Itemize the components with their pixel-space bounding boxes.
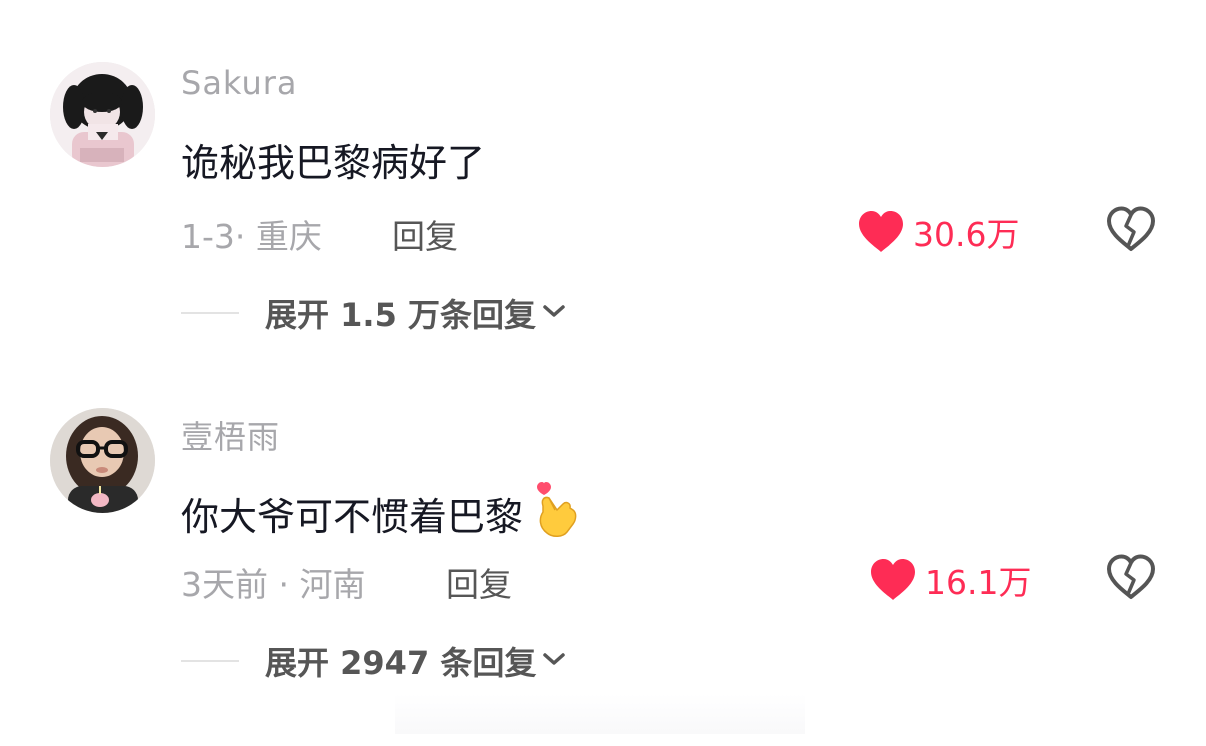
username[interactable]: Sakura (181, 64, 298, 102)
heart-icon (859, 211, 903, 252)
broken-heart-icon[interactable] (1106, 206, 1156, 252)
anime-girl-avatar-icon (50, 62, 155, 167)
heart-icon (871, 559, 915, 600)
comment-date: 1-3· (181, 217, 246, 256)
reply-button[interactable]: 回复 (392, 210, 458, 258)
comment-date: 3天前 · (181, 565, 289, 604)
comment-location: 重庆 (255, 217, 322, 256)
like-count: 30.6万 (913, 215, 1020, 254)
bottom-fade (395, 694, 805, 734)
comment-location: 河南 (299, 565, 366, 604)
girl-with-glasses-avatar-icon (50, 408, 155, 513)
broken-heart-icon[interactable] (1106, 554, 1156, 600)
finger-heart-emoji-icon (533, 480, 579, 547)
chevron-down-icon (542, 651, 566, 671)
divider-line (181, 312, 239, 314)
girl-with-glasses-avatar[interactable] (50, 408, 155, 513)
comment-meta: 1-3· 重庆 (181, 210, 322, 258)
comment-list: Sakura 诡秘我巴黎病好了 1-3· 重庆 回复 30.6万 展开 1.5 … (0, 0, 1206, 746)
comment-text: 你大爷可不惯着巴黎 (181, 480, 579, 547)
expand-replies-button[interactable]: 展开 1.5 万条回复 (181, 290, 566, 336)
chevron-down-icon (542, 303, 566, 323)
like-button[interactable]: 30.6万 (857, 208, 1019, 256)
username[interactable]: 壹梧雨 (181, 412, 280, 458)
anime-girl-avatar[interactable] (50, 62, 155, 167)
comment-meta: 3天前 · 河南 (181, 558, 365, 606)
comment-text: 诡秘我巴黎病好了 (181, 132, 485, 187)
reply-button[interactable]: 回复 (446, 558, 512, 606)
comment-text-body: 诡秘我巴黎病好了 (181, 141, 486, 185)
comment-text-body: 你大爷可不惯着巴黎 (181, 495, 524, 539)
expand-replies-label: 展开 2947 条回复 (265, 644, 537, 682)
divider-line (181, 660, 239, 662)
expand-replies-button[interactable]: 展开 2947 条回复 (181, 638, 566, 684)
expand-replies-label: 展开 1.5 万条回复 (265, 296, 536, 334)
like-count: 16.1万 (925, 563, 1032, 602)
like-button[interactable]: 16.1万 (869, 556, 1031, 604)
